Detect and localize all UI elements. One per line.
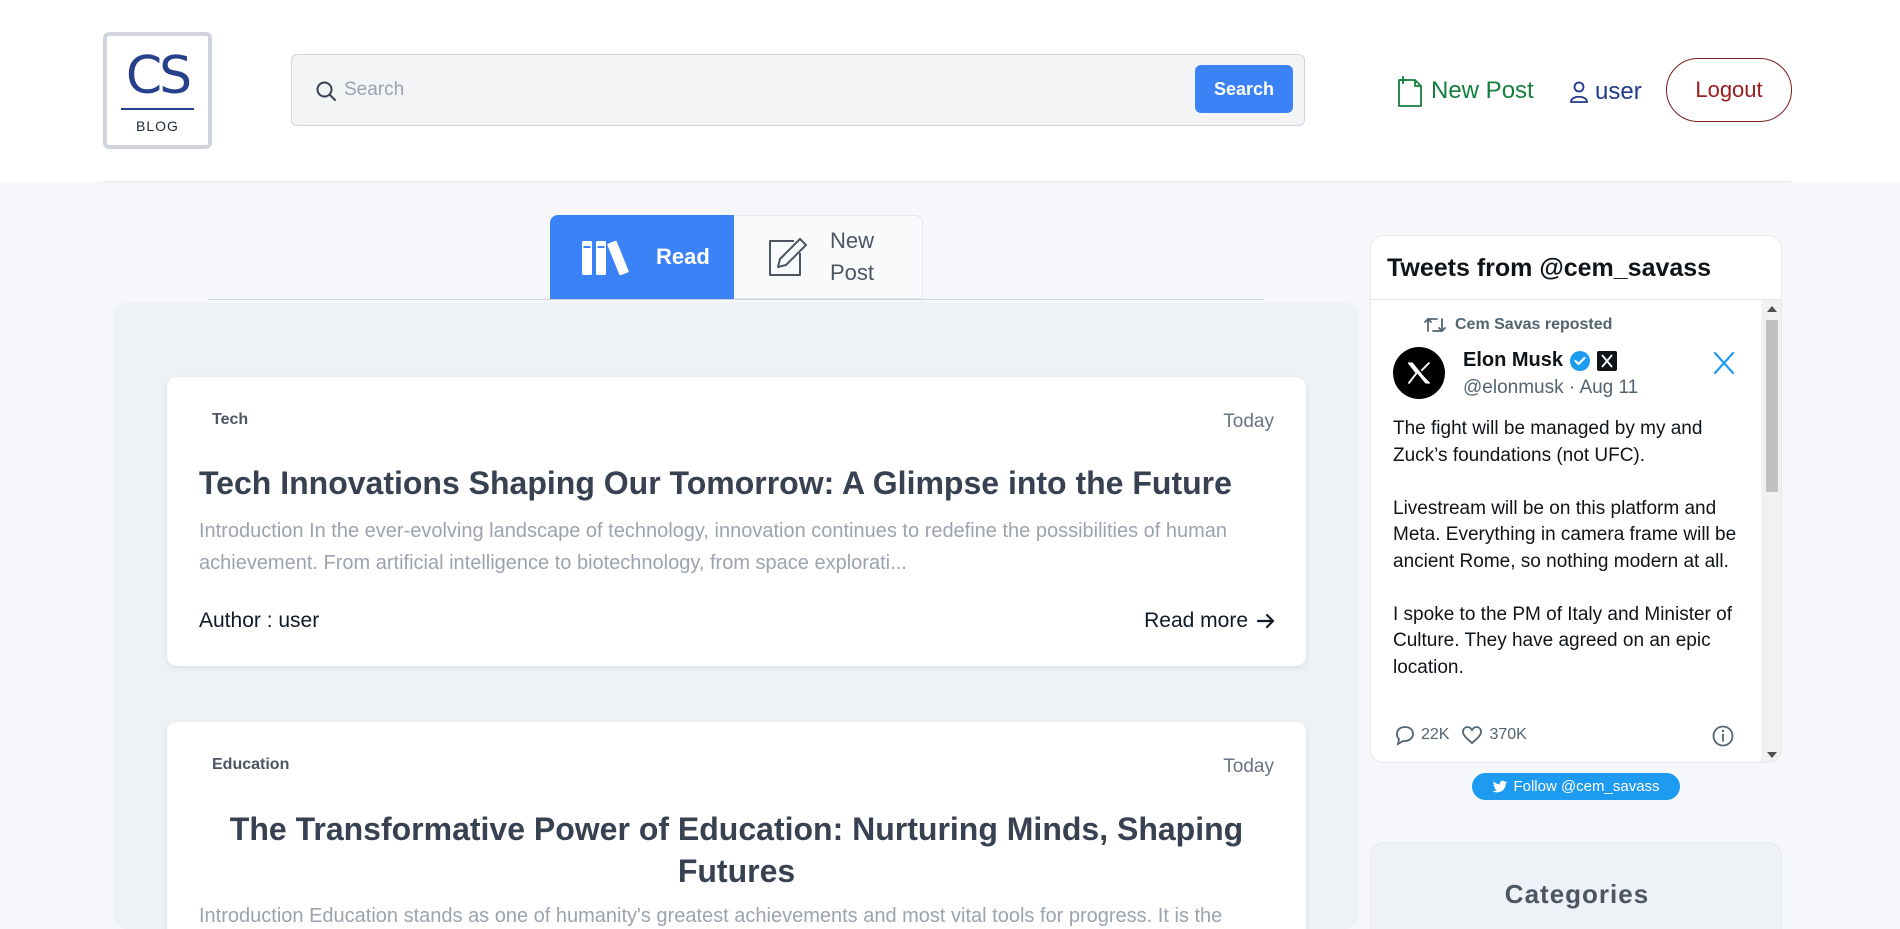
tab-read[interactable]: Read xyxy=(550,215,734,299)
scroll-down-arrow-icon[interactable] xyxy=(1767,752,1777,758)
read-more-link[interactable]: Read more xyxy=(1144,609,1276,633)
verified-badge-icon xyxy=(1570,350,1591,371)
search-input[interactable] xyxy=(344,75,1164,105)
follow-button[interactable]: Follow @cem_savass xyxy=(1472,773,1680,800)
nav-user-label: user xyxy=(1595,78,1642,105)
reply-count: 22K xyxy=(1421,726,1450,743)
categories-panel: Categories xyxy=(1370,842,1782,929)
tab-new-post-label: New Post xyxy=(830,228,875,285)
twitter-title[interactable]: Tweets from @cem_savass xyxy=(1387,254,1711,283)
post-excerpt: Introduction In the ever-evolving landsc… xyxy=(199,520,1228,574)
twitter-divider xyxy=(1371,299,1781,300)
like-count: 370K xyxy=(1489,726,1527,743)
categories-title: Categories xyxy=(1504,879,1650,909)
avatar[interactable] xyxy=(1393,347,1445,399)
logo-subtext: BLOG xyxy=(136,118,179,134)
post-category[interactable]: Tech xyxy=(212,411,248,429)
arrow-right-icon xyxy=(1256,613,1275,629)
tweet-handle[interactable]: @elonmusk · Aug 11 xyxy=(1463,377,1638,399)
timeline-scrollbar[interactable] xyxy=(1761,300,1781,762)
x-affiliate-icon xyxy=(1597,350,1618,371)
view-tabs: Read New Post xyxy=(550,215,923,299)
nav-new-post-link[interactable]: New Post xyxy=(1395,74,1534,108)
user-icon xyxy=(1570,81,1588,103)
post-date: Today xyxy=(1223,756,1274,777)
tab-read-label: Read xyxy=(656,244,710,269)
post-title[interactable]: The Transformative Power of Education: N… xyxy=(199,808,1274,892)
follow-label: Follow @cem_savass xyxy=(1513,778,1660,795)
logout-button[interactable]: Logout xyxy=(1666,58,1792,122)
scroll-up-arrow-icon[interactable] xyxy=(1767,306,1777,312)
post-excerpt: Introduction Education stands as one of … xyxy=(199,905,1223,927)
search-button[interactable]: Search xyxy=(1195,65,1293,113)
x-brand-icon[interactable] xyxy=(1711,350,1737,376)
heart-icon[interactable] xyxy=(1461,724,1483,746)
search-icon xyxy=(316,81,336,101)
tabs-divider xyxy=(208,299,1264,300)
tab-new-post[interactable]: New Post xyxy=(734,215,923,299)
logo-rule xyxy=(121,108,194,110)
x-logo-icon xyxy=(1407,361,1431,385)
scrollbar-thumb[interactable] xyxy=(1766,320,1778,492)
books-icon xyxy=(582,240,629,276)
read-more-label: Read more xyxy=(1144,609,1248,632)
tweet-actions: 22K 370K xyxy=(1393,724,1527,746)
document-plus-icon xyxy=(1398,76,1422,107)
repost-icon xyxy=(1424,318,1446,332)
edit-icon xyxy=(769,238,807,276)
search-bar: Search xyxy=(291,54,1305,126)
tweet-text: The fight will be managed by my and Zuck… xyxy=(1393,418,1737,678)
site-logo[interactable]: CS BLOG xyxy=(103,32,212,149)
post-date: Today xyxy=(1223,411,1274,432)
logo-text: CS xyxy=(125,46,192,106)
nav-user-link[interactable]: user xyxy=(1569,76,1642,108)
post-author: Author : user xyxy=(199,609,320,632)
author-name: Elon Musk xyxy=(1463,349,1564,371)
nav-new-post-label: New Post xyxy=(1431,77,1534,104)
repost-label: Cem Savas reposted xyxy=(1423,316,1612,334)
post-card: Tech Today Tech Innovations Shaping Our … xyxy=(167,377,1306,666)
post-title[interactable]: Tech Innovations Shaping Our Tomorrow: A… xyxy=(199,463,1274,503)
repost-text: Cem Savas reposted xyxy=(1455,316,1613,333)
info-icon[interactable] xyxy=(1711,724,1735,748)
site-header: CS BLOG Search New Post user Logout xyxy=(0,0,1900,182)
post-card: Education Today The Transformative Power… xyxy=(167,722,1306,929)
post-category[interactable]: Education xyxy=(212,756,289,774)
twitter-bird-icon xyxy=(1493,780,1508,792)
tweet-author-name[interactable]: Elon Musk xyxy=(1463,349,1618,372)
reply-icon[interactable] xyxy=(1393,724,1415,746)
twitter-timeline: Tweets from @cem_savass Cem Savas repost… xyxy=(1370,235,1782,763)
